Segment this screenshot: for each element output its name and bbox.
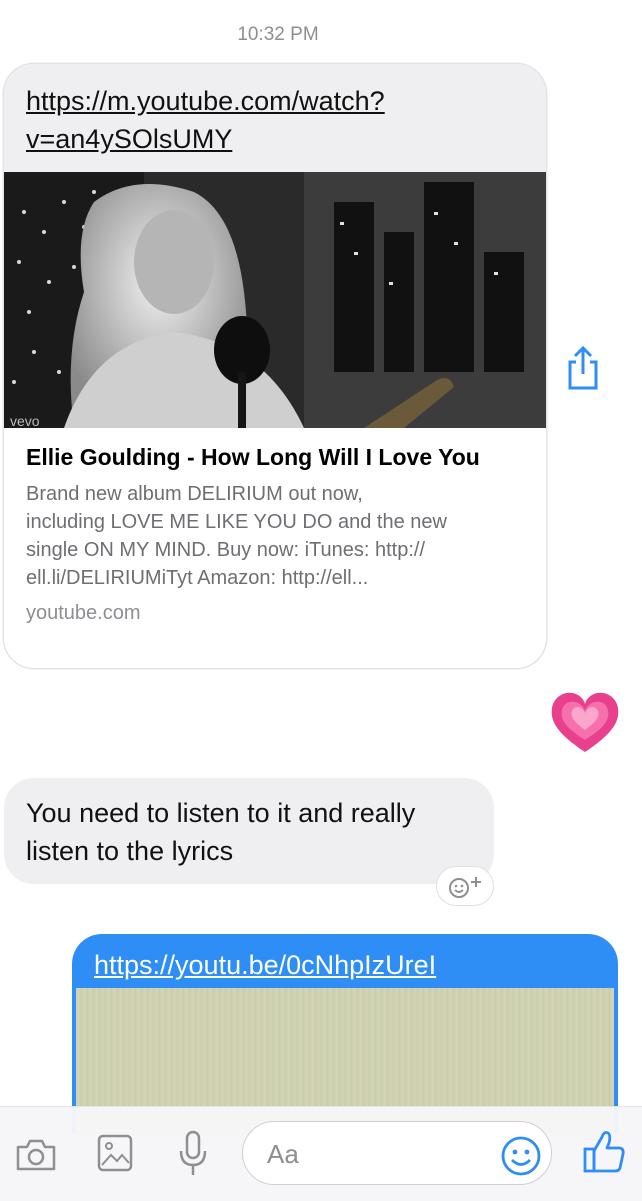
image-icon[interactable] xyxy=(96,1133,134,1178)
message-line: listen to the lyrics xyxy=(26,836,234,866)
youtube-link[interactable]: https://m.youtube.com/watch? v=an4ySOlsUM… xyxy=(26,86,385,154)
youtu-be-link[interactable]: https://youtu.be/0cNhpIzUreI xyxy=(94,950,436,980)
camera-icon[interactable] xyxy=(14,1137,58,1178)
link-card-title: Ellie Goulding - How Long Will I Love Yo… xyxy=(26,444,480,470)
desc-line: single ON MY MIND. Buy now: iTunes: http… xyxy=(26,539,426,561)
add-reaction-button[interactable] xyxy=(436,866,494,906)
thumbs-up-icon[interactable] xyxy=(582,1129,626,1180)
share-icon[interactable] xyxy=(562,344,604,392)
message-input-placeholder: Aa xyxy=(267,1139,299,1169)
link-url-line1: https://m.youtube.com/watch? xyxy=(26,86,385,116)
incoming-text-message[interactable]: You need to listen to it and really list… xyxy=(4,778,494,884)
emoji-icon[interactable] xyxy=(500,1135,542,1182)
link-url-area: https://m.youtube.com/watch? v=an4ySOlsUM… xyxy=(4,64,546,172)
video-thumbnail[interactable]: vevo xyxy=(4,172,546,428)
outgoing-link-message[interactable]: https://youtu.be/0cNhpIzUreI xyxy=(72,934,618,1134)
outgoing-url-area: https://youtu.be/0cNhpIzUreI xyxy=(72,934,618,988)
microphone-icon[interactable] xyxy=(178,1129,208,1184)
svg-text:vevo: vevo xyxy=(10,413,40,428)
desc-line: including LOVE ME LIKE YOU DO and the ne… xyxy=(26,511,447,533)
link-card-description: Brand new album DELIRIUM out now, includ… xyxy=(26,480,526,592)
desc-line: Brand new album DELIRIUM out now, xyxy=(26,483,363,505)
message-line: You need to listen to it and really xyxy=(26,798,416,828)
heart-emoji-icon xyxy=(548,690,622,756)
link-card-domain: youtube.com xyxy=(26,602,141,624)
link-url-line2: v=an4ySOlsUMY xyxy=(26,124,233,154)
desc-line: ell.li/DELIRIUMiTyt Amazon: http://ell..… xyxy=(26,567,369,589)
timestamp: 10:32 PM xyxy=(237,24,319,45)
message-composer: Aa xyxy=(0,1106,642,1201)
incoming-link-message[interactable]: https://m.youtube.com/watch? v=an4ySOlsUM… xyxy=(4,64,546,668)
